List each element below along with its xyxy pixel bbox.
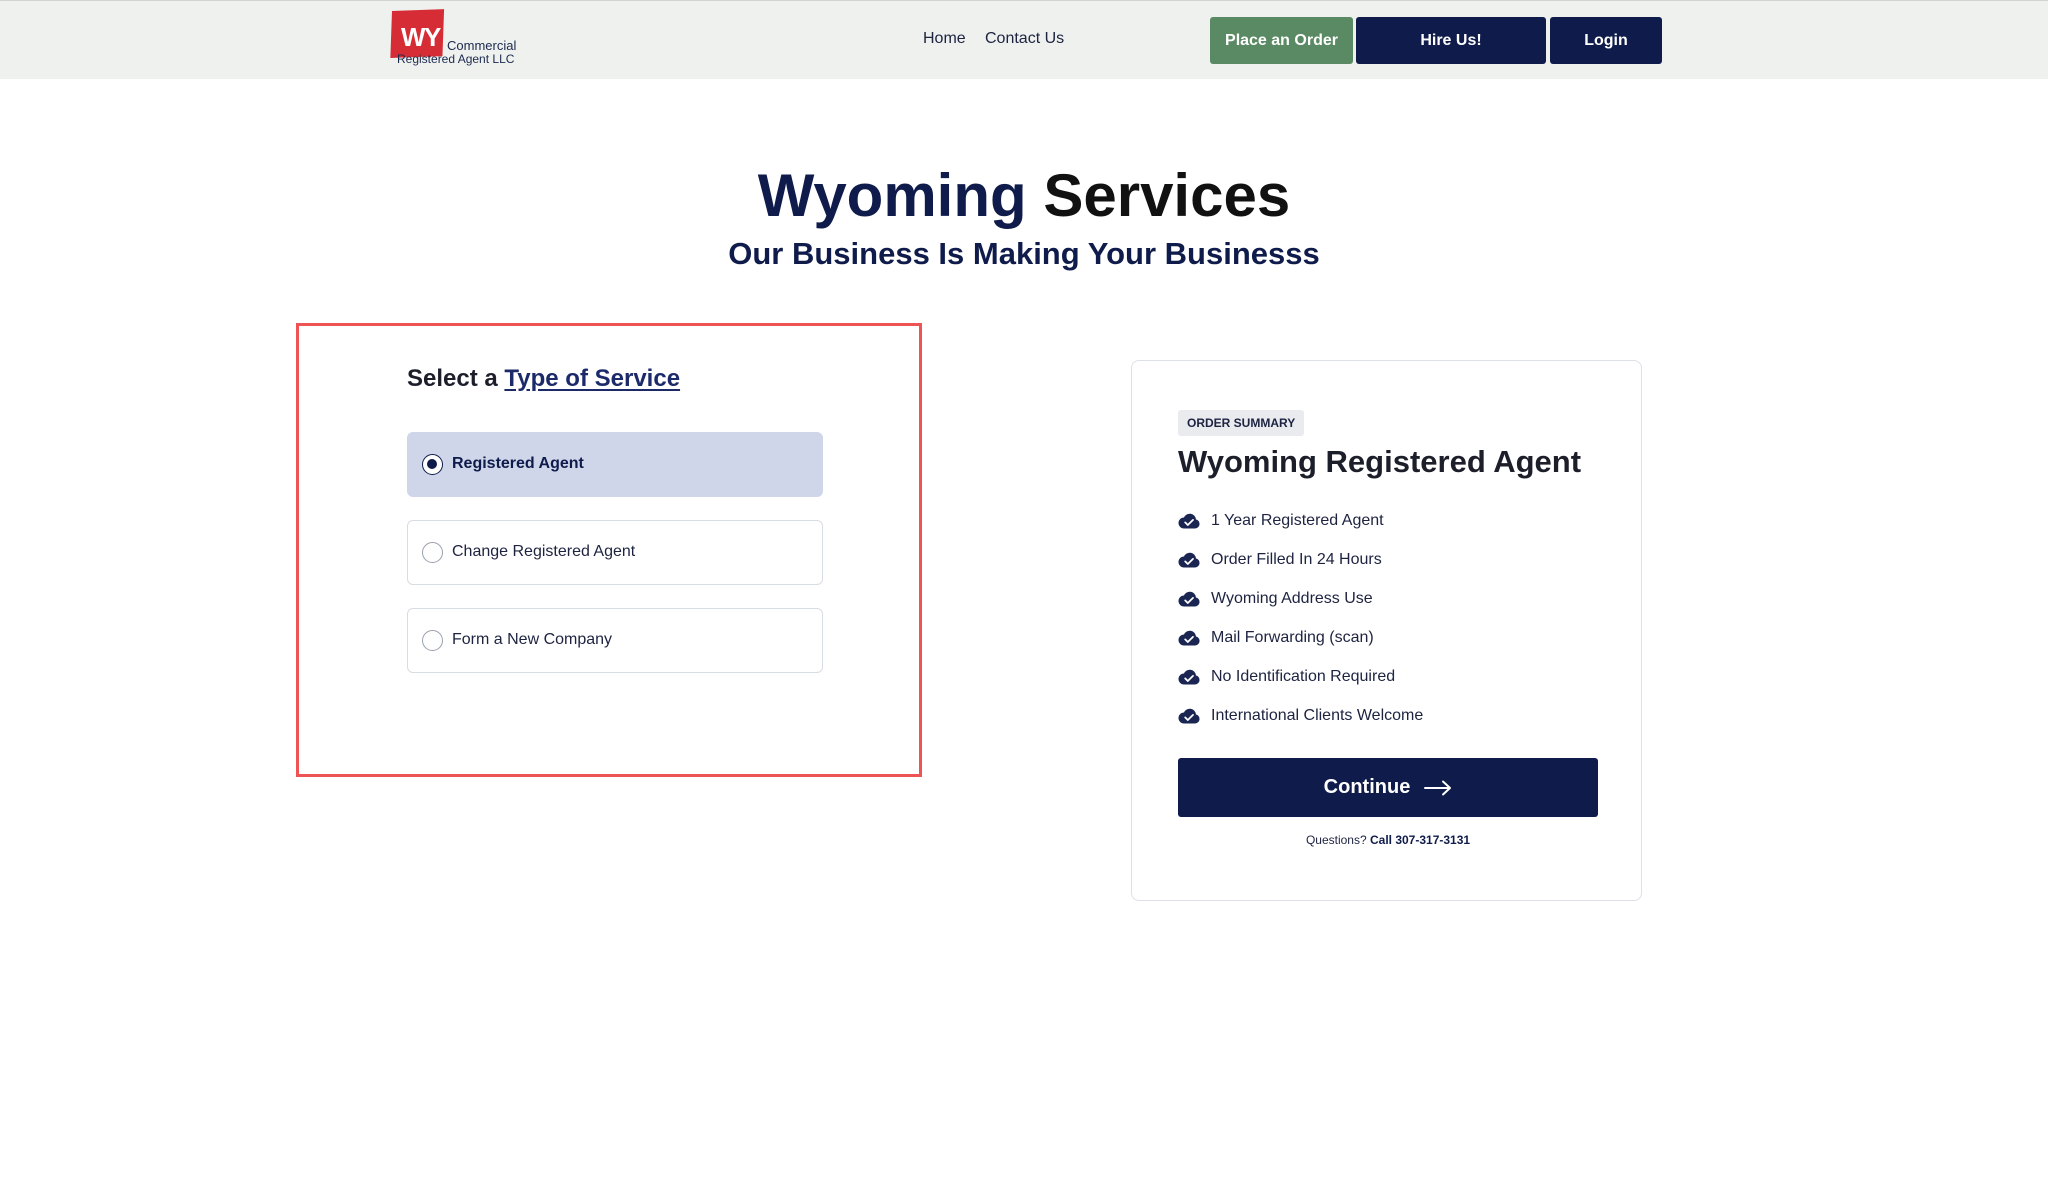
feature-item: Mail Forwarding (scan)	[1178, 618, 1423, 657]
page-subtitle: Our Business Is Making Your Businesss	[728, 236, 1320, 271]
feature-text: Wyoming Address Use	[1211, 589, 1373, 607]
cloud-check-icon	[1178, 708, 1200, 724]
service-option-label: Change Registered Agent	[452, 543, 636, 560]
feature-item: No Identification Required	[1178, 657, 1423, 696]
order-summary-badge: ORDER SUMMARY	[1178, 410, 1305, 436]
service-option-change-registered-agent[interactable]: Change Registered Agent	[407, 520, 823, 585]
nav-contact-link[interactable]: Contact Us	[985, 30, 1064, 48]
feature-text: International Clients Welcome	[1211, 706, 1424, 724]
feature-text: Mail Forwarding (scan)	[1211, 628, 1374, 646]
cloud-check-icon	[1178, 513, 1200, 529]
continue-button-label: Continue	[1323, 776, 1411, 798]
login-button[interactable]: Login	[1550, 17, 1662, 64]
service-option-form-new-company[interactable]: Form a New Company	[407, 608, 823, 673]
site-logo[interactable]: WY Commercial Registered Agent LLC	[390, 9, 532, 69]
radio-selected-dot	[427, 459, 437, 469]
arrow-right-icon	[1424, 780, 1452, 795]
order-summary-title: Wyoming Registered Agent	[1178, 444, 1582, 479]
nav-home-link[interactable]: Home	[923, 30, 966, 48]
radio-button[interactable]	[422, 630, 443, 651]
service-type-heading: Select a Type of Service	[407, 365, 680, 393]
service-option-label: Form a New Company	[452, 631, 613, 648]
service-option-registered-agent[interactable]: Registered Agent	[407, 432, 823, 497]
cloud-check-icon	[1178, 591, 1200, 607]
logo-text-line1: Commercial	[447, 38, 517, 53]
place-order-button[interactable]: Place an Order	[1210, 17, 1353, 64]
call-phone-link[interactable]: Call 307-317-3131	[1370, 833, 1470, 847]
type-of-service-link[interactable]: Type of Service	[504, 365, 680, 392]
feature-text: 1 Year Registered Agent	[1211, 511, 1384, 529]
feature-text: Order Filled In 24 Hours	[1211, 550, 1382, 568]
site-header: WY Commercial Registered Agent LLC Home …	[0, 0, 2048, 79]
feature-item: 1 Year Registered Agent	[1178, 501, 1423, 540]
hire-us-button[interactable]: Hire Us!	[1356, 17, 1546, 64]
cloud-check-icon	[1178, 669, 1200, 685]
cloud-check-icon	[1178, 552, 1200, 568]
service-option-label: Registered Agent	[452, 455, 584, 472]
logo-badge-text: WY	[401, 22, 441, 52]
questions-line: Questions? Call 307-317-3131	[1178, 833, 1598, 847]
radio-button-selected[interactable]	[422, 454, 443, 475]
feature-list: 1 Year Registered Agent Order Filled In …	[1178, 501, 1423, 735]
questions-label: Questions?	[1305, 833, 1367, 847]
cloud-check-icon	[1178, 630, 1200, 646]
service-type-panel: Select a Type of Service Registered Agen…	[296, 323, 922, 777]
page-title-part1: Wyoming	[757, 162, 1027, 229]
radio-button[interactable]	[422, 542, 443, 563]
feature-item: International Clients Welcome	[1178, 696, 1423, 735]
feature-item: Order Filled In 24 Hours	[1178, 540, 1423, 579]
order-summary-card: ORDER SUMMARY Wyoming Registered Agent 1…	[1131, 360, 1642, 901]
page-title-part2: Services	[1043, 162, 1291, 229]
feature-item: Wyoming Address Use	[1178, 579, 1423, 618]
continue-button[interactable]: Continue	[1178, 758, 1598, 817]
page-title: Wyoming Services	[0, 160, 2048, 232]
feature-text: No Identification Required	[1211, 667, 1396, 685]
service-type-heading-prefix: Select a	[407, 365, 498, 392]
logo-text-line2: Registered Agent LLC	[397, 52, 515, 66]
